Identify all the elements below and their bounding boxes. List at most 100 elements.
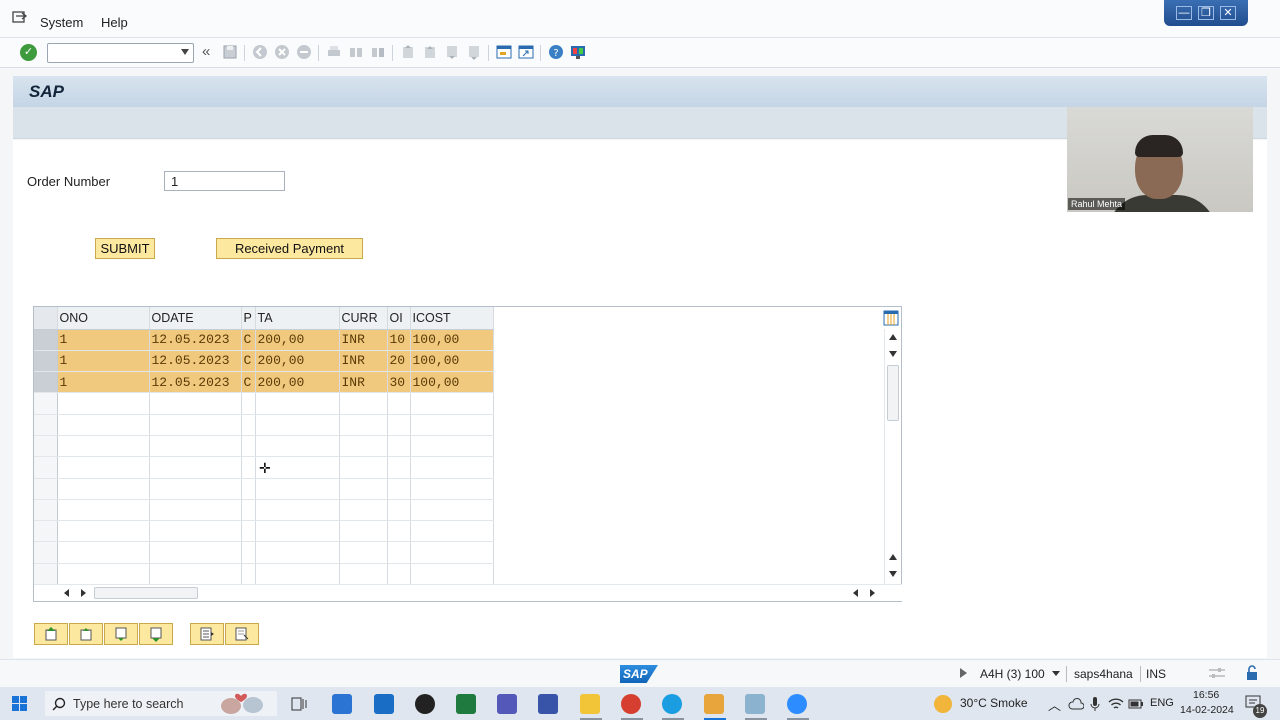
minimize-icon[interactable]: — <box>1176 6 1192 20</box>
wifi-icon[interactable] <box>1108 697 1124 711</box>
help-icon[interactable]: ? <box>548 44 564 60</box>
order-number-input[interactable]: 1 <box>164 171 285 191</box>
table-cell[interactable]: 1 <box>57 371 150 394</box>
microsoft-store-icon[interactable] <box>332 694 352 714</box>
sap-gui-icon[interactable] <box>704 694 724 714</box>
table-cell[interactable] <box>339 563 388 586</box>
select-all-button[interactable] <box>190 623 224 645</box>
table-cell[interactable] <box>241 499 256 522</box>
previous-page-icon[interactable] <box>422 44 438 60</box>
table-cell[interactable] <box>149 563 242 586</box>
table-row[interactable]: 1 12.05.2023 C 200,00 INR 30 100,00 <box>34 371 494 394</box>
dell-icon[interactable] <box>415 694 435 714</box>
table-cell[interactable] <box>57 456 150 479</box>
last-page-icon[interactable] <box>466 44 482 60</box>
row-selector[interactable] <box>34 456 58 479</box>
table-cell[interactable]: 1 <box>57 329 150 351</box>
input-mode[interactable]: INS <box>1146 667 1166 681</box>
table-row[interactable]: 1 12.05.2023 C 200,00 INR 10 100,00 <box>34 329 494 351</box>
teams-icon[interactable] <box>497 694 517 714</box>
table-cell[interactable] <box>387 456 411 479</box>
table-cell[interactable]: 100,00 <box>410 371 494 394</box>
table-cell[interactable] <box>255 414 340 436</box>
table-cell[interactable] <box>387 541 411 564</box>
print-icon[interactable] <box>326 44 342 60</box>
row-selector[interactable] <box>34 563 58 586</box>
find-next-icon[interactable] <box>370 44 386 60</box>
table-cell[interactable] <box>241 520 256 543</box>
table-cell[interactable] <box>255 499 340 522</box>
excel-icon[interactable] <box>456 694 476 714</box>
weather-icon[interactable] <box>934 695 952 713</box>
horizontal-scroll-thumb[interactable] <box>94 587 198 599</box>
row-selector[interactable] <box>34 499 58 522</box>
menu-icon[interactable] <box>12 11 28 25</box>
table-cell[interactable] <box>339 478 388 500</box>
table-cell[interactable]: C <box>241 350 256 373</box>
table-cell[interactable]: 10 <box>387 329 411 351</box>
table-cell[interactable] <box>387 478 411 500</box>
cancel-icon[interactable] <box>296 44 312 60</box>
table-cell[interactable] <box>387 499 411 522</box>
row-selector[interactable] <box>34 392 58 415</box>
table-cell[interactable] <box>241 435 256 458</box>
table-cell[interactable] <box>149 499 242 522</box>
row-selector[interactable] <box>34 541 58 564</box>
table-cell[interactable] <box>339 392 388 415</box>
table-cell[interactable] <box>241 456 256 479</box>
table-cell[interactable]: 12.05.2023 <box>149 329 242 351</box>
table-cell[interactable] <box>339 499 388 522</box>
column-header[interactable]: ODATE <box>149 307 242 330</box>
first-record-button[interactable] <box>34 623 68 645</box>
table-cell[interactable]: INR <box>339 371 388 394</box>
command-field[interactable] <box>47 43 194 63</box>
table-cell[interactable] <box>255 563 340 586</box>
table-cell[interactable] <box>149 414 242 436</box>
file-explorer-icon[interactable] <box>580 694 600 714</box>
table-cell[interactable]: INR <box>339 350 388 373</box>
column-header[interactable]: OI <box>387 307 411 330</box>
last-record-button[interactable] <box>139 623 173 645</box>
scroll-down-icon[interactable] <box>889 571 897 577</box>
first-page-icon[interactable] <box>400 44 416 60</box>
find-icon[interactable] <box>348 44 364 60</box>
table-cell[interactable] <box>339 435 388 458</box>
clock-date[interactable]: 14-02-2024 <box>1180 704 1234 716</box>
table-cell[interactable] <box>410 499 494 522</box>
row-selector[interactable] <box>34 329 58 351</box>
taskbar-search[interactable]: Type here to search <box>45 691 277 716</box>
table-cell[interactable] <box>57 541 150 564</box>
row-selector[interactable] <box>34 435 58 458</box>
table-cell[interactable] <box>387 435 411 458</box>
table-cell[interactable] <box>57 563 150 586</box>
table-cell[interactable] <box>255 541 340 564</box>
table-cell[interactable] <box>57 392 150 415</box>
row-selector[interactable] <box>34 371 58 394</box>
chrome-icon[interactable] <box>621 694 641 714</box>
column-layout-icon[interactable] <box>883 310 899 326</box>
table-cell[interactable] <box>241 563 256 586</box>
received-payment-button[interactable]: Received Payment <box>216 238 363 259</box>
table-cell[interactable] <box>149 456 242 479</box>
scroll-right-icon[interactable] <box>81 589 86 597</box>
empty-table-row[interactable] <box>34 414 494 436</box>
scroll-left-icon[interactable] <box>64 589 69 597</box>
column-header[interactable]: ICOST <box>410 307 494 330</box>
table-cell[interactable] <box>241 392 256 415</box>
table-cell[interactable] <box>241 541 256 564</box>
mail-icon[interactable] <box>374 694 394 714</box>
empty-table-row[interactable] <box>34 541 494 564</box>
table-cell[interactable]: 100,00 <box>410 329 494 351</box>
select-all-cell[interactable] <box>34 307 58 330</box>
battery-icon[interactable] <box>1128 698 1144 710</box>
table-cell[interactable]: 30 <box>387 371 411 394</box>
table-cell[interactable] <box>255 435 340 458</box>
row-selector[interactable] <box>34 414 58 436</box>
table-cell[interactable] <box>410 520 494 543</box>
clock-time[interactable]: 16:56 <box>1193 689 1219 701</box>
table-row[interactable]: 1 12.05.2023 C 200,00 INR 20 100,00 <box>34 350 494 373</box>
table-cell[interactable]: 1 <box>57 350 150 373</box>
scroll-down-icon[interactable] <box>889 351 897 357</box>
table-cell[interactable] <box>410 435 494 458</box>
weather-text[interactable]: 30°C Smoke <box>960 696 1028 710</box>
